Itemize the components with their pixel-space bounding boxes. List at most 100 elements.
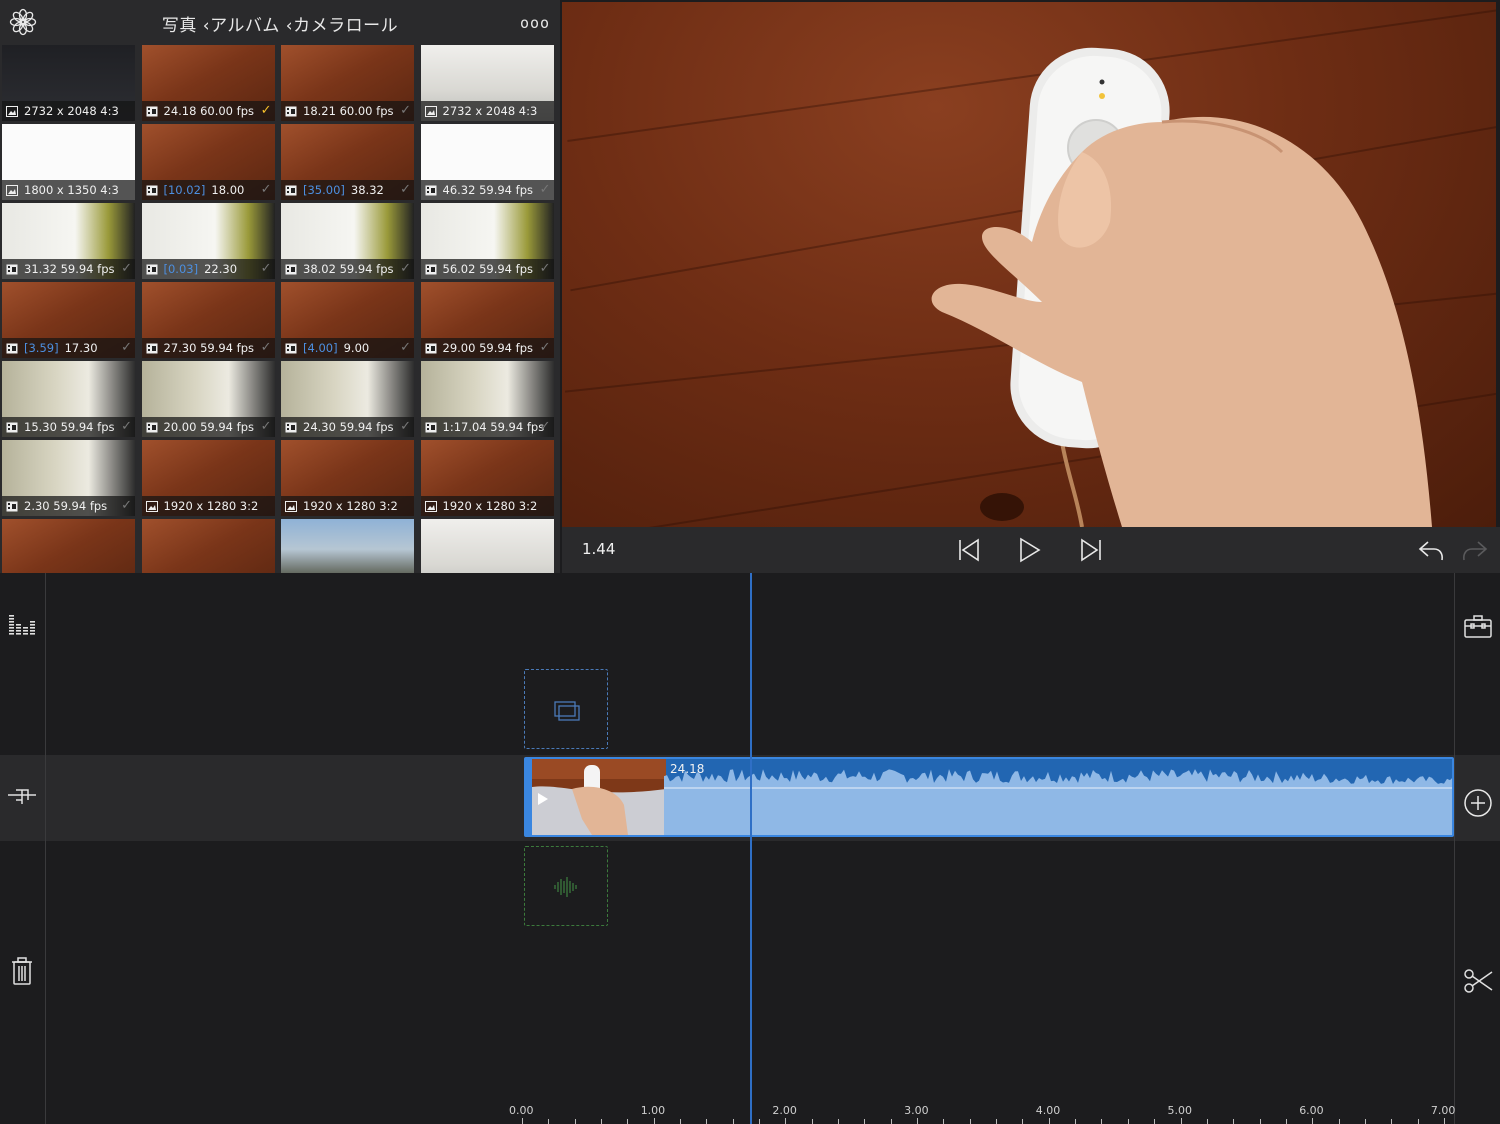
media-tile[interactable]: [10.02] 18.00 ✓ bbox=[141, 124, 275, 200]
skip-back-icon[interactable] bbox=[954, 535, 984, 565]
media-tile[interactable]: 1:17.04 59.94 fps ✓ bbox=[420, 361, 554, 437]
media-tile[interactable]: 29.00 59.94 fps ✓ bbox=[420, 282, 554, 358]
check-icon: ✓ bbox=[121, 419, 132, 434]
media-tile[interactable]: 15.30 59.94 fps ✓ bbox=[2, 361, 135, 437]
media-info: 20.00 59.94 fps bbox=[163, 420, 255, 434]
ruler-label: 7.00 bbox=[1430, 1104, 1456, 1117]
media-tile[interactable]: [3.59] 17.30 ✓ bbox=[2, 282, 135, 358]
photo-icon bbox=[424, 500, 437, 512]
media-thumbnail bbox=[420, 519, 554, 573]
media-tile[interactable] bbox=[141, 519, 275, 573]
video-icon bbox=[6, 343, 18, 353]
check-icon: ✓ bbox=[121, 498, 132, 513]
media-info: 27.30 59.94 fps bbox=[163, 341, 255, 355]
media-tile[interactable]: 1920 x 1280 3:2 bbox=[141, 440, 275, 516]
media-label-bar: 29.00 59.94 fps bbox=[420, 338, 554, 358]
play-icon[interactable] bbox=[1014, 535, 1044, 565]
ruler-tick bbox=[1075, 1119, 1077, 1124]
check-icon: ✓ bbox=[400, 261, 411, 276]
media-info: 46.32 59.94 fps bbox=[442, 183, 534, 197]
media-tile[interactable] bbox=[420, 519, 554, 573]
ruler-tick bbox=[1338, 1119, 1340, 1124]
trash-icon[interactable] bbox=[6, 955, 38, 987]
media-tile[interactable]: [0.03] 22.30 ✓ bbox=[141, 203, 275, 279]
media-tile[interactable]: 31.32 59.94 fps ✓ bbox=[2, 203, 135, 279]
media-info: 1920 x 1280 3:2 bbox=[442, 499, 538, 513]
ruler-tick bbox=[811, 1119, 813, 1124]
audio-levels-icon[interactable] bbox=[6, 609, 38, 641]
media-info: 38.32 bbox=[350, 183, 384, 197]
media-tile[interactable]: 56.02 59.94 fps ✓ bbox=[420, 203, 554, 279]
ruler-tick bbox=[706, 1119, 708, 1124]
media-tile[interactable] bbox=[281, 519, 414, 573]
check-icon: ✓ bbox=[539, 182, 551, 197]
media-tile[interactable]: 20.00 59.94 fps ✓ bbox=[141, 361, 275, 437]
video-icon bbox=[425, 185, 436, 195]
media-info: 2732 x 2048 4:3 bbox=[442, 104, 538, 118]
media-tile[interactable]: 24.18 60.00 fps ✓ bbox=[141, 45, 275, 121]
add-icon[interactable] bbox=[1462, 787, 1494, 819]
skip-forward-icon[interactable] bbox=[1076, 535, 1106, 565]
media-tile[interactable]: 24.30 59.94 fps ✓ bbox=[281, 361, 414, 437]
check-icon: ✓ bbox=[121, 261, 132, 276]
photo-icon bbox=[145, 500, 158, 512]
media-label-bar: 38.02 59.94 fps bbox=[281, 259, 414, 279]
ruler-tick bbox=[838, 1119, 840, 1124]
more-options-button[interactable]: ooo bbox=[520, 14, 552, 32]
media-tile[interactable]: 18.21 60.00 fps ✓ bbox=[281, 45, 414, 121]
check-icon: ✓ bbox=[260, 261, 272, 276]
media-info: 9.00 bbox=[343, 341, 370, 355]
media-tile[interactable]: 2732 x 2048 4:3 bbox=[2, 45, 135, 121]
media-label-bar: [3.59] 17.30 bbox=[2, 338, 135, 358]
media-trim-range: [35.00] bbox=[303, 183, 345, 197]
ruler-tick bbox=[601, 1119, 603, 1124]
ruler-tick bbox=[1101, 1119, 1103, 1124]
video-clip[interactable]: 24.18 bbox=[524, 757, 1454, 837]
media-info: 2.30 59.94 fps bbox=[24, 499, 108, 513]
media-info: 18.00 bbox=[211, 183, 245, 197]
check-icon: ✓ bbox=[121, 340, 132, 355]
media-tile[interactable]: 38.02 59.94 fps ✓ bbox=[281, 203, 414, 279]
transport-bar: 1.44 bbox=[562, 527, 1500, 573]
time-ruler[interactable]: 0.00 1.00 2.00 3.00 4.00 5.00 6.00 7.00 bbox=[0, 1100, 1500, 1124]
video-drop-slot[interactable] bbox=[524, 669, 608, 749]
transition-icon[interactable] bbox=[6, 779, 38, 811]
media-info: 29.00 59.94 fps bbox=[442, 341, 534, 355]
redo-icon[interactable] bbox=[1460, 535, 1490, 565]
media-tile[interactable]: 1920 x 1280 3:2 bbox=[420, 440, 554, 516]
audio-drop-slot[interactable] bbox=[524, 846, 608, 926]
media-tile[interactable]: 2.30 59.94 fps ✓ bbox=[2, 440, 135, 516]
ruler-tick bbox=[996, 1119, 998, 1124]
media-info: 1920 x 1280 3:2 bbox=[163, 499, 259, 513]
playhead[interactable] bbox=[750, 573, 752, 1124]
media-thumbnail bbox=[141, 519, 275, 573]
media-tile[interactable] bbox=[2, 519, 135, 573]
media-info: 31.32 59.94 fps bbox=[24, 262, 115, 276]
media-label-bar: 27.30 59.94 fps bbox=[141, 338, 275, 358]
media-info: 24.30 59.94 fps bbox=[303, 420, 394, 434]
media-label-bar: 1920 x 1280 3:2 bbox=[420, 496, 554, 516]
video-icon bbox=[146, 185, 157, 195]
media-tile[interactable]: 2732 x 2048 4:3 bbox=[420, 45, 554, 121]
media-tile[interactable]: 1800 x 1350 4:3 bbox=[2, 124, 135, 200]
ruler-tick bbox=[1312, 1118, 1314, 1124]
video-preview[interactable] bbox=[562, 2, 1496, 527]
media-tile[interactable]: [4.00] 9.00 ✓ bbox=[281, 282, 414, 358]
media-info: 17.30 bbox=[64, 341, 98, 355]
media-label-bar: [10.02] 18.00 bbox=[141, 180, 275, 200]
ruler-tick bbox=[890, 1119, 892, 1124]
scissors-icon[interactable] bbox=[1462, 965, 1494, 997]
media-tile[interactable]: 1920 x 1280 3:2 bbox=[281, 440, 414, 516]
ruler-tick bbox=[1206, 1119, 1208, 1124]
toolbox-icon[interactable] bbox=[1462, 611, 1494, 643]
ruler-tick bbox=[969, 1119, 971, 1124]
media-tile[interactable]: 46.32 59.94 fps ✓ bbox=[420, 124, 554, 200]
media-tile[interactable]: [35.00] 38.32 ✓ bbox=[281, 124, 414, 200]
media-info: 15.30 59.94 fps bbox=[24, 420, 115, 434]
undo-icon[interactable] bbox=[1416, 535, 1446, 565]
album-breadcrumb[interactable]: 写真 ‹アルバム ‹カメラロール bbox=[0, 11, 560, 36]
timeline[interactable]: 24.18 0.00 1.00 2.00 3.00 4.00 5.00 6.00 7.00 bbox=[0, 573, 1500, 1124]
media-tile[interactable]: 27.30 59.94 fps ✓ bbox=[141, 282, 275, 358]
video-icon bbox=[425, 422, 436, 432]
ruler-tick bbox=[732, 1119, 734, 1124]
